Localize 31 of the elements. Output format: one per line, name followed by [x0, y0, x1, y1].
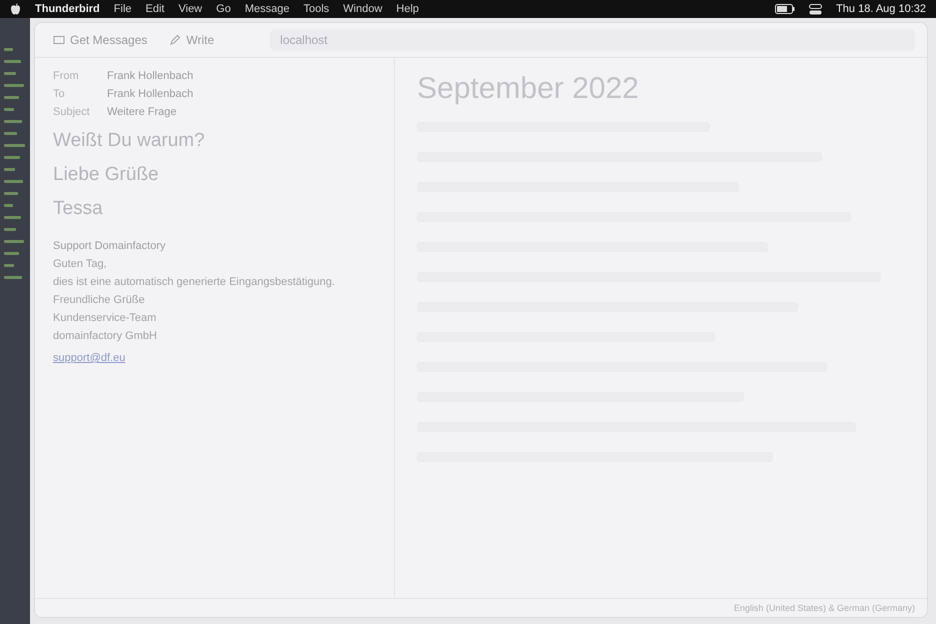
field-label: To: [53, 88, 66, 100]
message-paragraph: Guten Tag,: [53, 258, 108, 270]
recipient-name: Frank Hollenbach: [107, 88, 194, 100]
menu-item[interactable]: Go: [216, 3, 231, 15]
field-label: From: [53, 70, 80, 82]
envelope-icon: [53, 34, 65, 46]
message-line: Tessa: [53, 198, 104, 220]
message-paragraph: domainfactory GmbH: [53, 330, 158, 342]
email-subject: Weitere Frage: [107, 106, 176, 118]
menu-item[interactable]: Help: [396, 3, 419, 15]
message-line: Liebe Grüße: [53, 164, 160, 186]
sender-name: Frank Hollenbach: [107, 70, 194, 82]
menu-item[interactable]: Window: [343, 3, 382, 15]
ticket-sender: Support Domainfactory: [53, 240, 166, 252]
language-status: English (United States) & German (Germany): [734, 603, 915, 613]
apple-icon[interactable]: [10, 3, 21, 15]
control-center-icon[interactable]: [809, 4, 822, 14]
menu-item[interactable]: Tools: [303, 3, 330, 15]
message-paragraph: dies ist eine automatisch generierte Eingangsbestätigung.: [53, 276, 336, 288]
app-menu[interactable]: Thunderbird: [35, 3, 100, 15]
battery-icon[interactable]: [775, 4, 796, 14]
message-paragraph: Kundenservice-Team: [53, 312, 158, 324]
message-line: Weißt Du warum?: [53, 130, 206, 152]
menu-item[interactable]: Message: [244, 3, 290, 15]
menu-item[interactable]: File: [114, 3, 132, 15]
message-paragraph: Freundliche Grüße: [53, 294, 146, 306]
menu-item[interactable]: Edit: [146, 3, 164, 15]
pencil-icon: [169, 34, 182, 46]
menu-bar-clock: Thu 18. Aug 10:32: [836, 3, 926, 15]
menu-item[interactable]: View: [178, 3, 202, 15]
field-label: Subject: [53, 106, 91, 118]
